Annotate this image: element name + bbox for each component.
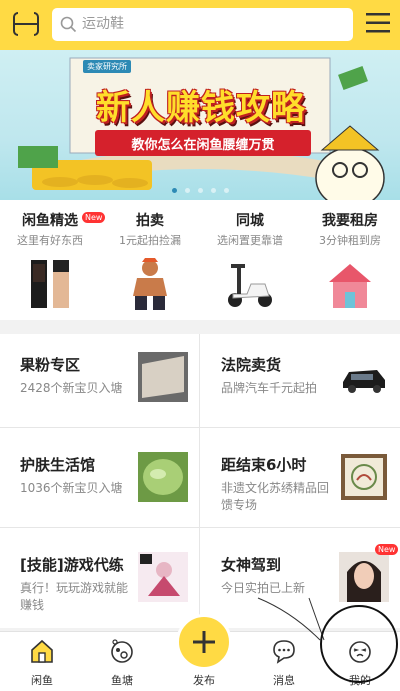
- annotation-circle: [320, 605, 398, 683]
- app-screen: 运动鞋 卖家研究所 新人赚钱攻略 教你怎么在闲鱼腰缠万贯 闲鱼精选 New 这里…: [0, 0, 400, 691]
- annotation-pointer-lines: [257, 597, 325, 641]
